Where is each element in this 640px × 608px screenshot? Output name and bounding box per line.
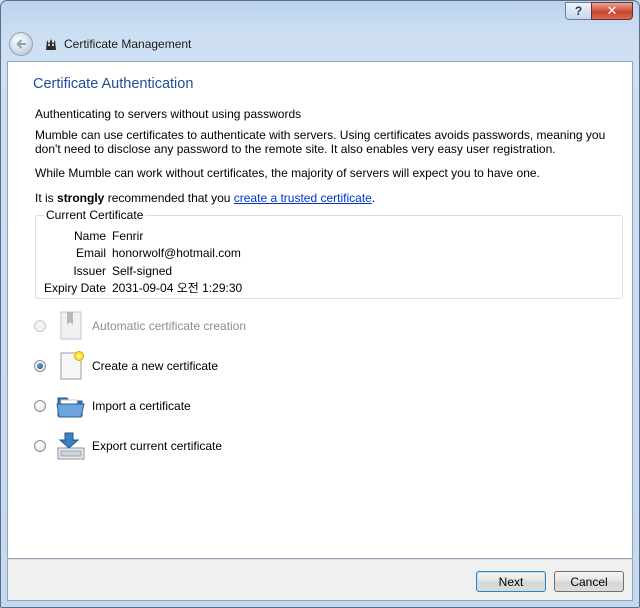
option-automatic-certificate: Automatic certificate creation	[34, 308, 246, 344]
field-value: Self-signed	[112, 264, 173, 278]
option-label: Automatic certificate creation	[92, 319, 247, 333]
certificate-field-name: Name Fenrir	[36, 229, 436, 243]
certificate-field-issuer: Issuer Self-signed	[36, 264, 436, 278]
field-key: Expiry Date	[43, 281, 106, 295]
field-key: Name	[73, 229, 106, 243]
description-line-1: Mumble can use certificates to authentic…	[35, 128, 606, 142]
window-title: Certificate Management	[64, 37, 192, 51]
radio-export-certificate[interactable]	[34, 440, 46, 452]
option-label: Import a certificate	[92, 399, 191, 413]
next-button[interactable]: Next	[476, 571, 546, 592]
option-export-certificate[interactable]: Export current certificate	[34, 428, 222, 464]
field-key: Email	[75, 246, 106, 260]
certificate-gray-icon	[56, 310, 86, 342]
cancel-button[interactable]: Cancel	[554, 571, 624, 592]
titlebar: Certificate Management	[9, 29, 609, 59]
wizard-page: Certificate Authentication Authenticatin…	[7, 61, 633, 559]
create-trusted-certificate-link[interactable]: create a trusted certificate	[234, 191, 372, 205]
back-button[interactable]	[9, 32, 33, 56]
current-certificate-title: Current Certificate	[44, 208, 146, 222]
option-label: Export current certificate	[92, 439, 223, 453]
radio-create-new-certificate[interactable]	[34, 360, 46, 372]
current-certificate-group: Current Certificate Name Fenrir Email ho…	[35, 208, 623, 299]
window-frame: ? ✕ Certificate Management Certificate A…	[0, 0, 640, 608]
field-value: Fenrir	[112, 229, 144, 243]
recommend-prefix: It is	[35, 191, 58, 205]
page-title: Certificate Authentication	[33, 76, 194, 92]
certificate-field-email: Email honorwolf@hotmail.com	[36, 246, 436, 260]
next-button-label: Next	[498, 574, 524, 589]
description-line-2: don't need to disclose any password to t…	[35, 142, 556, 156]
page-subtitle: Authenticating to servers without using …	[35, 107, 302, 121]
field-value: 2031-09-04 오전 1:29:30	[112, 281, 243, 295]
field-key: Issuer	[73, 264, 106, 278]
recommend-strong: strongly	[57, 191, 105, 205]
back-arrow-icon	[16, 39, 26, 49]
option-import-certificate[interactable]: Import a certificate	[34, 388, 191, 424]
field-value: honorwolf@hotmail.com	[112, 246, 241, 260]
button-bar: Next Cancel	[7, 559, 633, 601]
open-folder-icon	[56, 390, 86, 422]
close-button[interactable]: ✕	[591, 2, 633, 20]
recommendation-text: It is strongly recommended that you crea…	[35, 191, 629, 205]
recommend-mid: recommended that you	[104, 191, 234, 205]
cancel-button-label: Cancel	[570, 574, 608, 589]
recommend-suffix: .	[371, 191, 376, 205]
option-create-new-certificate[interactable]: Create a new certificate	[34, 348, 218, 384]
caption-buttons: ? ✕	[565, 2, 633, 20]
help-button[interactable]: ?	[565, 2, 591, 20]
export-tray-icon	[56, 430, 86, 462]
radio-automatic-certificate	[34, 320, 46, 332]
option-label: Create a new certificate	[92, 359, 219, 373]
radio-import-certificate[interactable]	[34, 400, 46, 412]
certificate-note: While Mumble can work without certificat…	[35, 166, 540, 180]
mumble-icon	[43, 36, 59, 52]
new-certificate-icon	[56, 350, 86, 382]
certificate-field-expiry: Expiry Date 2031-09-04 오전 1:29:30	[36, 281, 436, 295]
